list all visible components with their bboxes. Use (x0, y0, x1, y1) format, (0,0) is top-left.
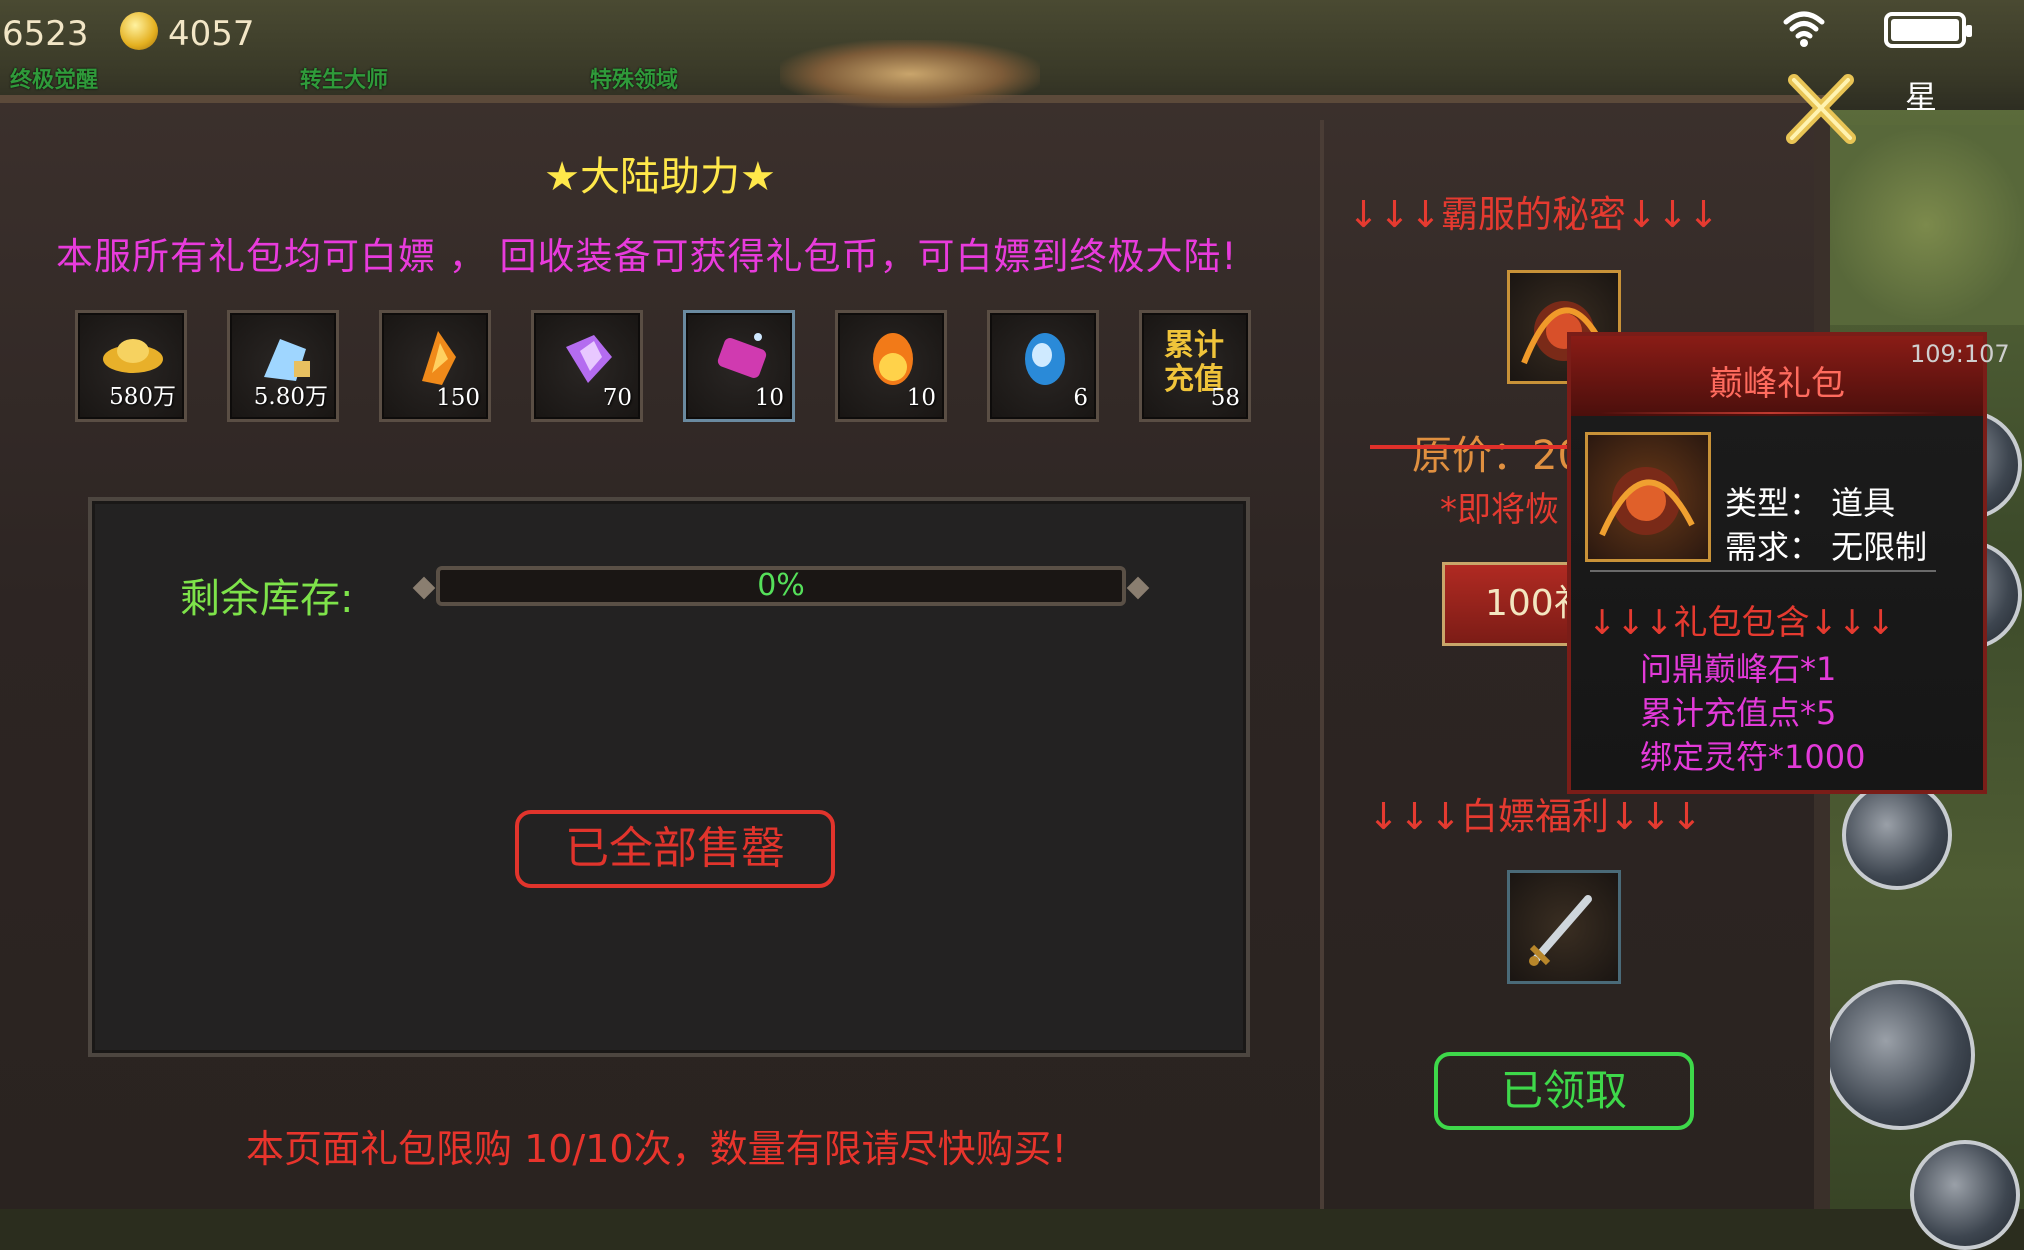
fire-egg-icon (873, 333, 913, 385)
freebie-title: ↓↓↓白嫖福利↓↓↓ (1368, 795, 1703, 838)
minimap[interactable] (1828, 125, 2024, 325)
recharge-label-line1: 累计 (1164, 328, 1224, 363)
blue-egg-icon (1025, 333, 1065, 385)
reward-slot-scroll[interactable]: 10 (683, 310, 795, 422)
reward-count: 70 (602, 385, 632, 411)
countdown-timer: 109:107 (1910, 340, 2010, 368)
reward-slot-recharge[interactable]: 累计 充值 58 (1139, 310, 1251, 422)
restore-note: *即将恢 (1440, 490, 1559, 530)
reward-slot-gold[interactable]: 580万 (75, 310, 187, 422)
pink-scroll-icon (717, 333, 767, 378)
reward-count: 10 (754, 385, 784, 411)
original-price: 原价：20 (1412, 433, 1583, 479)
reward-slot-gem[interactable]: 5.80万 (227, 310, 339, 422)
reward-count: 6 (1073, 385, 1088, 411)
wifi-icon (1783, 11, 1825, 47)
tooltip-contents-title: ↓↓↓礼包包含↓↓↓ (1588, 603, 1895, 643)
purple-crystal-icon (566, 335, 612, 383)
claimed-button[interactable]: 已领取 (1434, 1052, 1694, 1130)
panel-divider (1320, 120, 1324, 1209)
reward-slot-fire-egg[interactable]: 10 (835, 310, 947, 422)
wild-skill-icon[interactable] (1842, 780, 1952, 890)
sword-attack-icon[interactable] (1825, 980, 1975, 1130)
hud-tab-awaken[interactable]: 终极觉醒 (10, 62, 98, 94)
reward-count: 58 (1210, 385, 1240, 411)
reward-count: 580万 (109, 384, 176, 410)
freebie-slot[interactable] (1507, 870, 1621, 984)
panel-description: 本服所有礼包均可白嫖 ， 回收装备可获得礼包币，可白嫖到终极大陆! (56, 235, 1238, 278)
fire-crystal-icon (422, 331, 456, 385)
tooltip-content-item: 绑定灵符*1000 (1640, 738, 1866, 776)
stock-progress-text: 0% (757, 568, 805, 603)
battery-icon (1884, 12, 1972, 48)
stock-label: 剩余库存: (180, 576, 354, 622)
hud-coin-value: 4057 (168, 14, 255, 54)
purchase-limit-text: 本页面礼包限购 10/10次，数量有限请尽快购买! (246, 1127, 1067, 1171)
reward-slot-purple-crystal[interactable]: 70 (531, 310, 643, 422)
tooltip-content-item: 问鼎巅峰石*1 (1640, 650, 1837, 688)
frame-ornament (780, 40, 1040, 108)
close-icon[interactable] (1780, 70, 1860, 150)
secret-title: ↓↓↓霸服的秘密↓↓↓ (1348, 193, 1720, 236)
sword-icon (1529, 895, 1592, 966)
hud-tab-special[interactable]: 特殊领域 (590, 62, 678, 94)
reward-count: 10 (906, 385, 936, 411)
panel-title: ★大陆助力★ (544, 154, 776, 200)
tooltip-type: 类型： 道具 (1725, 484, 1896, 522)
sold-out-button[interactable]: 已全部售罄 (515, 810, 835, 888)
reward-count: 150 (436, 385, 480, 411)
hud-tab-rebirth[interactable]: 转生大师 (300, 62, 388, 94)
reward-slot-blue-egg[interactable]: 6 (987, 310, 1099, 422)
tooltip-divider-2 (1590, 570, 1936, 572)
gold-coin-icon (120, 12, 158, 50)
hud-left-value: 6523 (2, 14, 89, 54)
tooltip-divider (1600, 412, 1940, 414)
tooltip-content-item: 累计充值点*5 (1640, 694, 1837, 732)
tooltip-requirement: 需求： 无限制 (1725, 528, 1928, 566)
tooltip-gift-bag-icon (1585, 432, 1711, 562)
reward-count: 5.80万 (253, 384, 328, 410)
strong-attack-icon[interactable] (1910, 1140, 2020, 1250)
reward-slot-fire-crystal[interactable]: 150 (379, 310, 491, 422)
